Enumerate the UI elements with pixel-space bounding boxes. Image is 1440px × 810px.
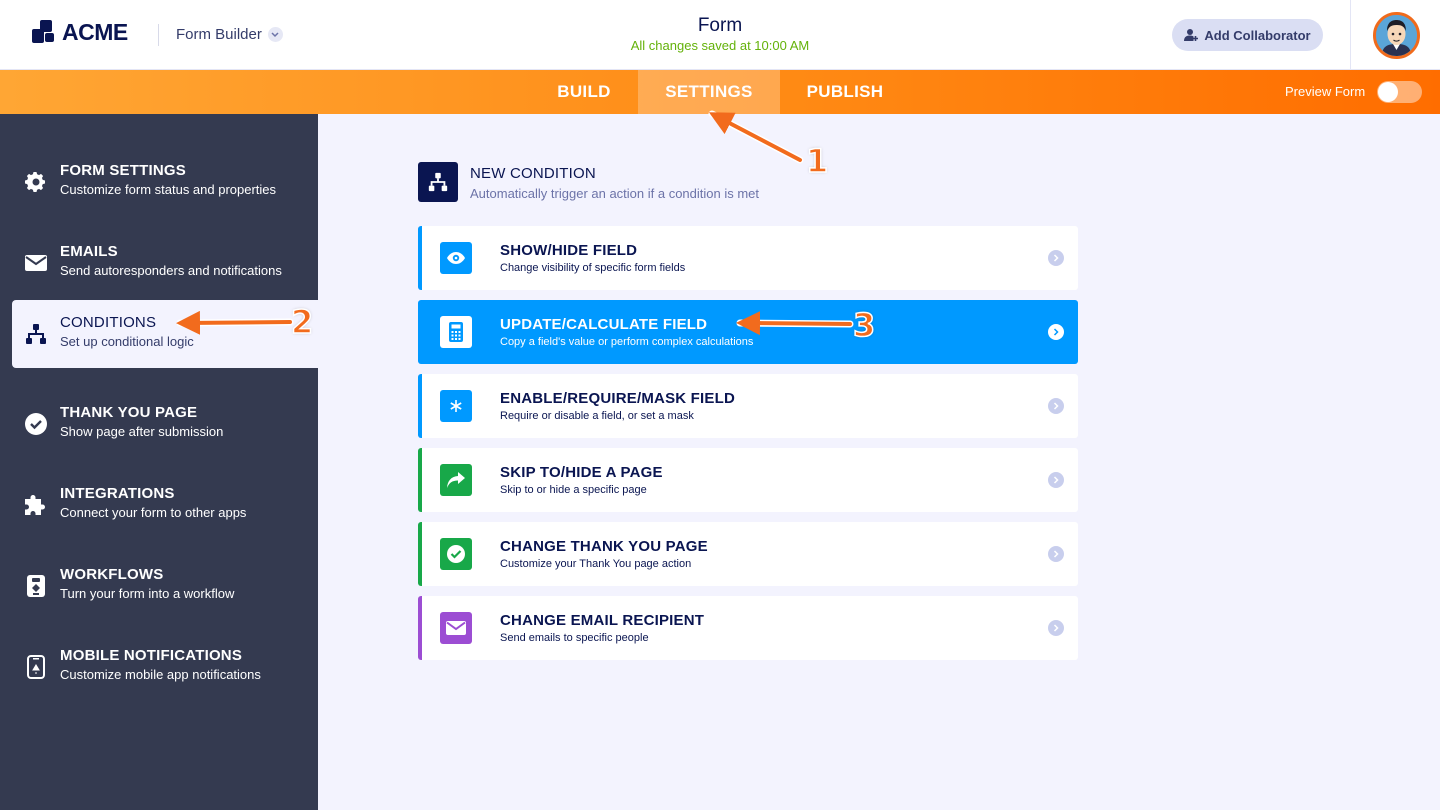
new-condition-icon xyxy=(418,162,458,202)
chevron-right-icon xyxy=(1048,398,1064,414)
chevron-right-icon xyxy=(1048,472,1064,488)
check-circle-icon xyxy=(25,413,47,435)
condition-subtitle: Change visibility of specific form field… xyxy=(500,262,686,274)
sidebar-item-subtitle: Customize mobile app notifications xyxy=(60,667,261,682)
sidebar-item-subtitle: Connect your form to other apps xyxy=(60,505,247,520)
chevron-right-icon xyxy=(1048,620,1064,636)
settings-sidebar: FORM SETTINGS Customize form status and … xyxy=(0,114,318,810)
sidebar-item-title: MOBILE NOTIFICATIONS xyxy=(60,647,243,664)
condition-subtitle: Customize your Thank You page action xyxy=(500,558,692,570)
arrow-1 xyxy=(708,110,804,164)
new-condition-subheading: Automatically trigger an action if a con… xyxy=(470,186,760,201)
sidebar-item-emails[interactable]: EMAILS Send autoresponders and notificat… xyxy=(0,229,318,297)
preview-form-label: Preview Form xyxy=(1285,84,1366,99)
sidebar-item-title: EMAILS xyxy=(60,243,118,260)
sidebar-item-thank-you-page[interactable]: THANK YOU PAGE Show page after submissio… xyxy=(0,390,318,458)
sidebar-item-subtitle: Set up conditional logic xyxy=(60,334,194,349)
sidebar-item-title: INTEGRATIONS xyxy=(60,485,175,502)
tab-publish[interactable]: PUBLISH xyxy=(790,70,900,114)
workflow-icon xyxy=(27,575,45,597)
add-user-icon xyxy=(1184,29,1199,41)
condition-subtitle: Skip to or hide a specific page xyxy=(500,484,647,496)
main-nav-bar: BUILD SETTINGS PUBLISH Preview Form xyxy=(0,70,1440,114)
step-number-2: 2 xyxy=(290,302,314,342)
hierarchy-icon xyxy=(26,324,46,344)
condition-title: ENABLE/REQUIRE/MASK FIELD xyxy=(500,390,736,407)
top-header: ACME Form Builder Form All changes saved… xyxy=(0,0,1440,70)
condition-enable-require-mask-field[interactable]: ENABLE/REQUIRE/MASK FIELD Require or dis… xyxy=(418,374,1078,438)
sidebar-item-title: WORKFLOWS xyxy=(60,566,164,583)
condition-title: CHANGE THANK YOU PAGE xyxy=(500,538,708,555)
condition-update-calculate-field[interactable]: UPDATE/CALCULATE FIELD Copy a field's va… xyxy=(418,300,1078,364)
sidebar-item-workflows[interactable]: WORKFLOWS Turn your form into a workflow xyxy=(0,552,318,620)
add-collaborator-button[interactable]: Add Collaborator xyxy=(1172,19,1323,51)
sidebar-item-subtitle: Turn your form into a workflow xyxy=(60,586,235,601)
sidebar-item-subtitle: Send autoresponders and notifications xyxy=(60,263,282,278)
chevron-right-icon xyxy=(1048,250,1064,266)
tab-build[interactable]: BUILD xyxy=(540,70,628,114)
sidebar-item-integrations[interactable]: INTEGRATIONS Connect your form to other … xyxy=(0,471,318,539)
step-number-3: 3 xyxy=(852,305,876,345)
condition-subtitle: Send emails to specific people xyxy=(500,632,649,644)
header-separator xyxy=(1350,0,1351,70)
tab-settings[interactable]: SETTINGS xyxy=(638,70,780,114)
sidebar-item-form-settings[interactable]: FORM SETTINGS Customize form status and … xyxy=(0,148,318,216)
hierarchy-icon xyxy=(428,172,448,192)
gear-icon xyxy=(25,172,45,192)
chevron-right-icon xyxy=(1048,324,1064,340)
envelope-icon xyxy=(25,255,47,271)
asterisk-icon xyxy=(440,390,472,422)
toggle-knob xyxy=(1378,82,1398,102)
condition-title: SKIP TO/HIDE A PAGE xyxy=(500,464,663,481)
sidebar-item-title: THANK YOU PAGE xyxy=(60,404,198,421)
check-circle-icon xyxy=(440,538,472,570)
eye-icon xyxy=(440,242,472,274)
sidebar-item-conditions[interactable]: CONDITIONS Set up conditional logic xyxy=(12,300,318,368)
condition-title: CHANGE EMAIL RECIPIENT xyxy=(500,612,705,629)
new-condition-heading: NEW CONDITION xyxy=(470,165,596,182)
calculator-icon xyxy=(440,316,472,348)
sidebar-item-title: FORM SETTINGS xyxy=(60,162,186,179)
sidebar-item-title: CONDITIONS xyxy=(60,314,157,331)
condition-change-thank-you-page[interactable]: CHANGE THANK YOU PAGE Customize your Tha… xyxy=(418,522,1078,586)
condition-subtitle: Copy a field's value or perform complex … xyxy=(500,336,754,348)
sidebar-item-subtitle: Show page after submission xyxy=(60,424,224,439)
sidebar-item-mobile-notifications[interactable]: MOBILE NOTIFICATIONS Customize mobile ap… xyxy=(0,633,318,701)
avatar-face-icon xyxy=(1376,15,1417,56)
condition-show-hide-field[interactable]: SHOW/HIDE FIELD Change visibility of spe… xyxy=(418,226,1078,290)
condition-subtitle: Require or disable a field, or set a mas… xyxy=(500,410,694,422)
chevron-right-icon xyxy=(1048,546,1064,562)
envelope-icon xyxy=(440,612,472,644)
add-collaborator-label: Add Collaborator xyxy=(1204,27,1311,43)
condition-change-email-recipient[interactable]: CHANGE EMAIL RECIPIENT Send emails to sp… xyxy=(418,596,1078,660)
user-avatar[interactable] xyxy=(1373,12,1420,59)
condition-skip-to-hide-page[interactable]: SKIP TO/HIDE A PAGE Skip to or hide a sp… xyxy=(418,448,1078,512)
share-arrow-icon xyxy=(440,464,472,496)
condition-title: SHOW/HIDE FIELD xyxy=(500,242,638,259)
puzzle-icon xyxy=(25,495,45,515)
condition-title: UPDATE/CALCULATE FIELD xyxy=(500,316,708,333)
mobile-icon xyxy=(27,655,45,679)
sidebar-item-subtitle: Customize form status and properties xyxy=(60,182,277,197)
step-number-1: 1 xyxy=(805,141,829,181)
